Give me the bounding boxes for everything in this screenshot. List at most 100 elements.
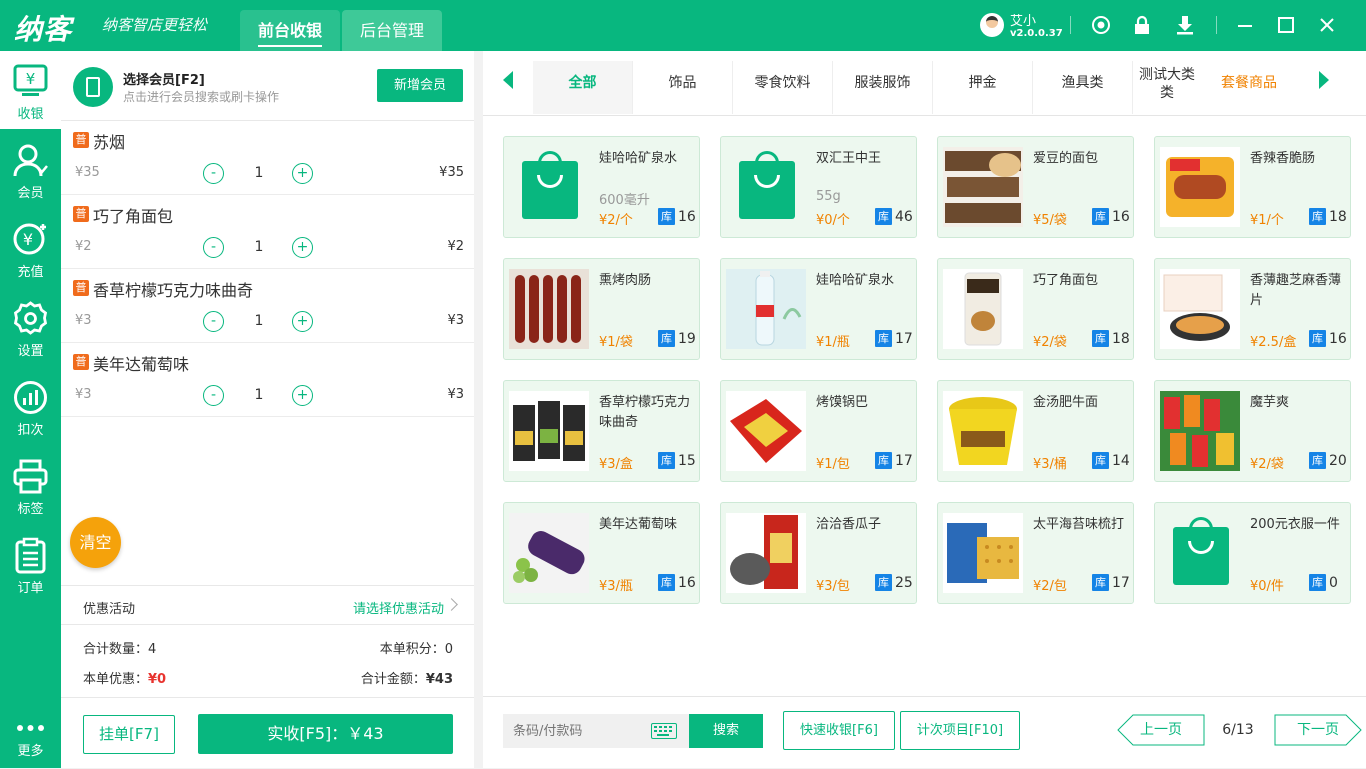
product-card[interactable]: 娃哈哈矿泉水 600毫升 ¥2/个 库 16 [503,136,700,238]
product-card[interactable]: 魔芋爽 ¥2/袋 库 20 [1154,380,1351,482]
search-button[interactable]: 搜索 [689,714,763,748]
total-count: 合计数量：4 [83,642,157,657]
member-price-badge: 普 [73,132,89,148]
category-tab[interactable]: 全部 [533,61,633,114]
hold-order-button[interactable]: 挂单[F7] [83,715,175,754]
sidebar-item-more[interactable]: 更多 [0,691,61,769]
product-card[interactable]: 太平海苔味梳打 ¥2/包 库 17 [937,502,1134,604]
product-card[interactable]: 娃哈哈矿泉水 ¥1/瓶 库 17 [720,258,917,360]
cart-item-qty[interactable]: 1 [251,387,267,403]
product-card[interactable]: 巧了角面包 ¥2/袋 库 18 [937,258,1134,360]
category-tab[interactable]: 零食饮料 [733,61,833,114]
lock-icon[interactable] [1131,14,1153,36]
product-price: ¥3/包 [816,579,850,594]
sidebar-item-label[interactable]: 标签 [0,446,61,524]
decrease-qty-button[interactable]: - [203,163,224,184]
member-selector[interactable]: 选择会员[F2] 点击进行会员搜索或刷卡操作 新增会员 [61,51,474,121]
product-card[interactable]: 双汇王中王 55g ¥0/个 库 46 [720,136,917,238]
product-card[interactable]: 200元衣服一件 ¥0/件 库 0 [1154,502,1351,604]
category-tab[interactable]: 服装服饰 [833,61,933,114]
cart-item-name: 香草柠檬巧克力味曲奇 [93,281,254,300]
cart-item-qty[interactable]: 1 [251,239,267,255]
clear-cart-button[interactable]: 清空 [70,517,121,568]
cart-item-qty[interactable]: 1 [251,165,267,181]
sidebar-item-settings[interactable]: 设置 [0,288,61,366]
product-card[interactable]: 熏烤肉肠 ¥1/袋 库 19 [503,258,700,360]
sidebar-item-member[interactable]: 会员 [0,130,61,208]
product-card[interactable]: 香薄趣芝麻香薄片 ¥2.5/盒库 16 [1154,258,1351,360]
tab-front-cashier[interactable]: 前台收银 [240,10,340,51]
decrease-qty-button[interactable]: - [203,385,224,406]
product-name: 太平海苔味梳打 [1033,517,1125,532]
increase-qty-button[interactable]: + [292,385,313,406]
product-card[interactable]: 爱豆的面包 ¥5/袋 库 16 [937,136,1134,238]
category-prev-arrow-icon[interactable] [503,71,513,89]
product-card[interactable]: 烤馍锅巴 ¥1/包 库 17 [720,380,917,482]
product-name: 洽洽香瓜子 [816,517,882,532]
increase-qty-button[interactable]: + [292,163,313,184]
product-image [509,269,589,349]
cart-item-unit-price: ¥35 [75,165,100,180]
product-stock: 15 [678,453,696,469]
product-spec: 600毫升 [599,193,650,208]
decrease-qty-button[interactable]: - [203,237,224,258]
sidebar-item-cashier[interactable]: ¥ 收银 [0,51,61,129]
product-card[interactable]: 美年达葡萄味 ¥3/瓶 库 16 [503,502,700,604]
support-icon[interactable] [1090,14,1112,36]
product-name: 魔芋爽 [1250,395,1290,410]
next-page-button[interactable]: 下一页 [1274,714,1362,746]
product-card[interactable]: 香草柠檬巧克力味曲奇 ¥3/盒 库 15 [503,380,700,482]
product-name: 爱豆的面包 [1033,151,1099,166]
product-price: ¥2/个 [599,213,633,228]
download-icon[interactable] [1174,14,1196,36]
app-slogan: 纳客智店更轻松 [102,16,208,34]
product-name: 金汤肥牛面 [1033,395,1099,410]
category-next-arrow-icon[interactable] [1319,71,1329,89]
product-stock: 18 [1329,209,1347,225]
sidebar-item-order[interactable]: 订单 [0,525,61,603]
product-image [1160,269,1240,349]
cart-item-qty[interactable]: 1 [251,313,267,329]
user-info[interactable]: 艾小 v2.0.0.37 [980,10,1070,42]
avatar [980,13,1004,37]
count-item-button[interactable]: 计次项目[F10] [900,711,1020,750]
maximize-icon[interactable] [1275,14,1297,36]
product-price: ¥3/桶 [1033,457,1067,472]
tab-back-office[interactable]: 后台管理 [342,10,442,51]
category-tab[interactable]: 押金 [933,61,1033,114]
sidebar-item-recharge[interactable]: ¥ 充值 [0,209,61,287]
keyboard-icon[interactable] [651,723,677,739]
stock-badge: 库 [1092,452,1109,469]
category-tab[interactable]: 套餐商品 [1201,61,1297,114]
product-image [726,513,806,593]
cart-row: 普 苏烟 ¥35 - 1 + ¥35 [61,121,474,195]
add-member-button[interactable]: 新增会员 [377,69,463,102]
category-tab[interactable]: 饰品 [633,61,733,114]
quick-checkout-button[interactable]: 快速收银[F6] [783,711,895,750]
promotion-selector[interactable]: 优惠活动 请选择优惠活动 [61,585,474,625]
product-card[interactable]: 香辣香脆肠 ¥1/个 库 18 [1154,136,1351,238]
decrease-qty-button[interactable]: - [203,311,224,332]
close-icon[interactable] [1316,14,1338,36]
stock-badge: 库 [875,330,892,347]
increase-qty-button[interactable]: + [292,237,313,258]
product-price: ¥2/包 [1033,579,1067,594]
increase-qty-button[interactable]: + [292,311,313,332]
category-bar: 全部 饰品 零食饮料 服装服饰 押金 渔具类 测试大类类 套餐商品 [483,51,1366,116]
product-card[interactable]: 金汤肥牛面 ¥3/桶 库 14 [937,380,1134,482]
category-tab[interactable]: 渔具类 [1033,61,1133,114]
product-price: ¥1/袋 [599,335,633,350]
product-card[interactable]: 洽洽香瓜子 ¥3/包 库 25 [720,502,917,604]
product-spec: 55g [816,189,841,204]
order-points: 本单积分：0 [379,642,453,657]
minimize-icon[interactable] [1234,14,1256,36]
promotion-select-link[interactable]: 请选择优惠活动 [353,598,444,617]
page-indicator: 6/13 [1222,722,1254,738]
shopping-bag-icon [522,151,578,219]
prev-page-button[interactable]: 上一页 [1117,714,1205,746]
checkout-button[interactable]: 实收[F5]：￥43 [198,714,453,754]
sidebar-item-deduct[interactable]: 扣次 [0,367,61,445]
category-tab[interactable]: 测试大类类 [1133,61,1201,114]
cart-item-name: 美年达葡萄味 [93,355,190,374]
shopping-bag-icon [1173,517,1229,585]
